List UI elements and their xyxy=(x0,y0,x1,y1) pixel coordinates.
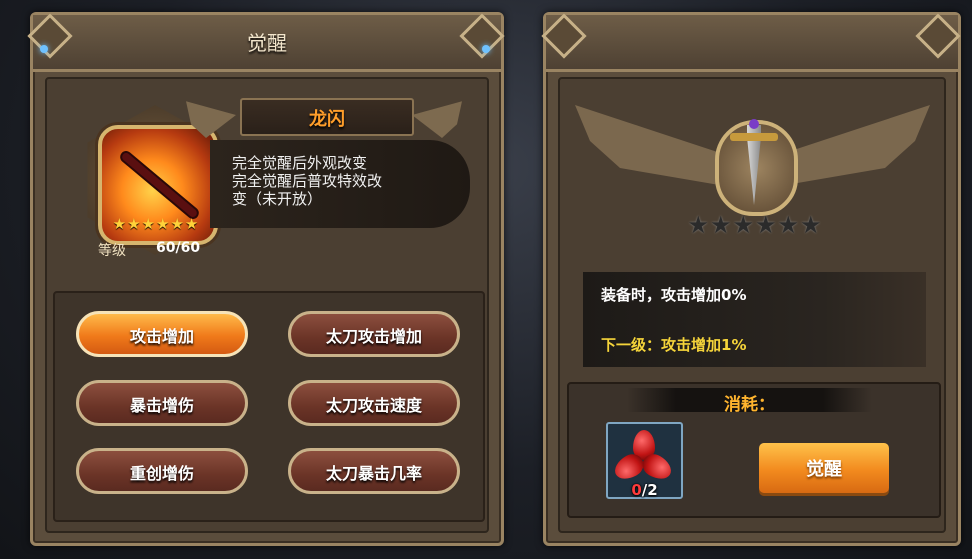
wing-left-icon xyxy=(575,105,725,186)
panel-title: 觉醒 xyxy=(247,31,287,55)
level-value: 60/60 xyxy=(156,240,201,256)
badge-stars: ★★★★★★ xyxy=(687,211,823,239)
panel-titlebar: 觉醒 xyxy=(33,15,501,72)
purple-gem-icon xyxy=(749,119,759,129)
item-need: /2 xyxy=(641,481,658,499)
gem-icon xyxy=(482,45,490,53)
level-label: 等级 xyxy=(98,243,126,259)
description-line-2: 完全觉醒后普攻特效改 xyxy=(232,172,383,190)
description-line-3: 变（未开放） xyxy=(232,190,323,208)
attr-button-attack-increase[interactable]: 攻击增加 xyxy=(76,311,248,357)
current-effect: 装备时，攻击增加0% xyxy=(601,286,747,304)
panel-titlebar xyxy=(546,15,958,72)
item-count: 0/2 xyxy=(608,481,681,499)
attr-button-crit-damage[interactable]: 暴击增伤 xyxy=(76,380,248,426)
effect-box: 装备时，攻击增加0% 下一级：攻击增加1% xyxy=(583,272,926,367)
next-level-effect: 下一级：攻击增加1% xyxy=(601,336,747,354)
hero-name-bar: 龙闪 xyxy=(240,98,414,136)
cost-title: 消耗： xyxy=(724,395,775,415)
attr-button-katana-attack-increase[interactable]: 太刀攻击增加 xyxy=(288,311,460,357)
hero-description: 完全觉醒后外观改变 完全觉醒后普攻特效改 变（未开放） xyxy=(232,154,462,208)
description-box: 完全觉醒后外观改变 完全觉醒后普攻特效改 变（未开放） xyxy=(210,140,470,228)
attr-button-heavy-wound-damage[interactable]: 重创增伤 xyxy=(76,448,248,494)
attribute-badge: ★★★★★★ xyxy=(575,95,930,260)
item-have: 0 xyxy=(631,481,642,499)
sword-hilt-icon xyxy=(730,133,778,141)
item-slot[interactable]: 0/2 xyxy=(606,422,683,499)
description-line-1: 完全觉醒后外观改变 xyxy=(232,154,368,172)
gem-icon xyxy=(40,45,48,53)
attr-button-katana-attack-speed[interactable]: 太刀攻击速度 xyxy=(288,380,460,426)
hero-name: 龙闪 xyxy=(309,109,345,130)
hero-stars: ★★★★★★ xyxy=(112,215,200,233)
dragon-sword-icon xyxy=(120,151,199,219)
awaken-button[interactable]: 觉醒 xyxy=(759,443,889,493)
cost-title-bar: 消耗： xyxy=(627,388,872,415)
wing-right-icon xyxy=(780,105,930,195)
attr-button-katana-crit-rate[interactable]: 太刀暴击几率 xyxy=(288,448,460,494)
